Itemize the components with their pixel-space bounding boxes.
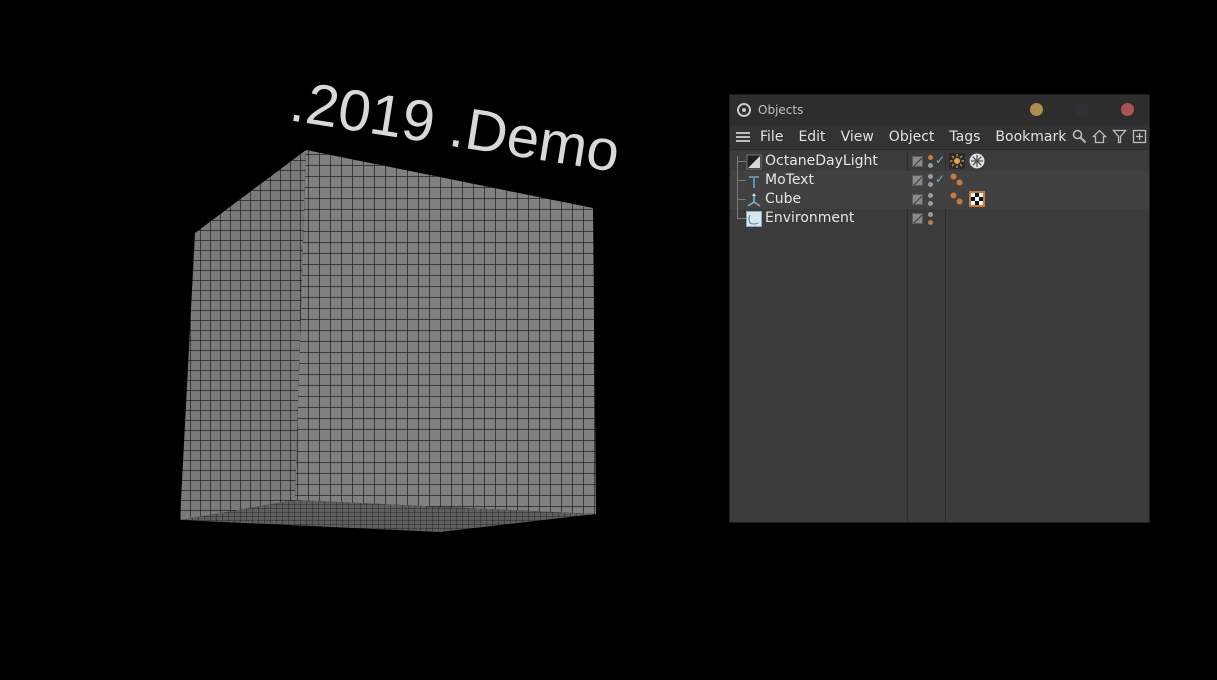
tree-line	[737, 199, 746, 200]
cube-front-face	[295, 150, 596, 514]
object-name[interactable]: OctaneDayLight	[765, 153, 878, 169]
cube-left-face	[180, 150, 306, 520]
object-name[interactable]: Cube	[765, 191, 801, 207]
daylight-icon	[746, 154, 762, 170]
layer-icon[interactable]	[912, 156, 923, 167]
layer-icon[interactable]	[912, 194, 923, 205]
object-name[interactable]: MoText	[765, 172, 814, 188]
render-visibility-dot[interactable]	[928, 163, 933, 168]
layer-icon[interactable]	[912, 213, 923, 224]
tree-line	[737, 218, 746, 219]
object-name[interactable]: Environment	[765, 210, 854, 226]
window-title: Objects	[758, 103, 804, 117]
menu-edit[interactable]: Edit	[798, 129, 825, 145]
enabled-check-icon[interactable]: ✓	[935, 153, 945, 167]
search-icon[interactable]	[1072, 129, 1087, 144]
material-tag-icon[interactable]	[969, 191, 985, 207]
editor-visibility-dot[interactable]	[928, 174, 933, 179]
menu-tags[interactable]: Tags	[949, 129, 980, 145]
enabled-check-icon[interactable]: ✓	[935, 172, 945, 186]
menu-file[interactable]: File	[760, 129, 783, 145]
maximize-button[interactable]	[1076, 103, 1089, 116]
render-visibility-dot[interactable]	[928, 182, 933, 187]
environment-icon	[746, 211, 762, 227]
phong-tag-icon[interactable]	[949, 191, 965, 207]
home-icon[interactable]	[1092, 129, 1107, 144]
tree-line	[737, 180, 746, 181]
hamburger-menu-icon[interactable]	[736, 131, 750, 143]
octane-daylight-tag-icon[interactable]	[949, 153, 965, 169]
menu-view[interactable]: View	[841, 129, 874, 145]
cube-icon	[747, 193, 761, 207]
objects-manager-window[interactable]: Objects File Edit View Object Tags Bookm…	[729, 94, 1150, 523]
snowflake-tag-icon[interactable]	[969, 153, 985, 169]
cinema4d-logo-icon	[737, 103, 751, 117]
render-visibility-dot[interactable]	[928, 201, 933, 206]
title-bar[interactable]: Objects	[730, 95, 1149, 125]
tree-line	[737, 156, 738, 171]
filter-icon[interactable]	[1112, 129, 1127, 144]
object-row-environment[interactable]: Environment	[730, 209, 1149, 228]
tree-line	[737, 161, 746, 162]
3d-viewport[interactable]: .2019 .Demo	[0, 0, 720, 680]
editor-visibility-dot[interactable]	[928, 212, 933, 217]
object-row-octanedaylight[interactable]: OctaneDayLight ✓	[730, 152, 1149, 171]
menu-bar: File Edit View Object Tags Bookmark	[730, 125, 1149, 150]
object-row-motext[interactable]: MoText ✓	[730, 171, 1149, 190]
menu-object[interactable]: Object	[889, 129, 935, 145]
editor-visibility-dot[interactable]	[928, 193, 933, 198]
menu-bookmark[interactable]: Bookmark	[995, 129, 1066, 145]
new-panel-icon[interactable]	[1132, 129, 1147, 144]
minimize-button[interactable]	[1030, 103, 1043, 116]
object-row-cube[interactable]: Cube	[730, 190, 1149, 209]
object-list[interactable]: OctaneDayLight ✓ MoText ✓ Cube Environme…	[730, 152, 1149, 522]
render-visibility-dot[interactable]	[928, 220, 933, 225]
close-button[interactable]	[1121, 103, 1134, 116]
editor-visibility-dot[interactable]	[928, 155, 933, 160]
layer-icon[interactable]	[912, 175, 923, 186]
motext-icon	[749, 176, 759, 188]
phong-tag-icon[interactable]	[949, 172, 965, 188]
